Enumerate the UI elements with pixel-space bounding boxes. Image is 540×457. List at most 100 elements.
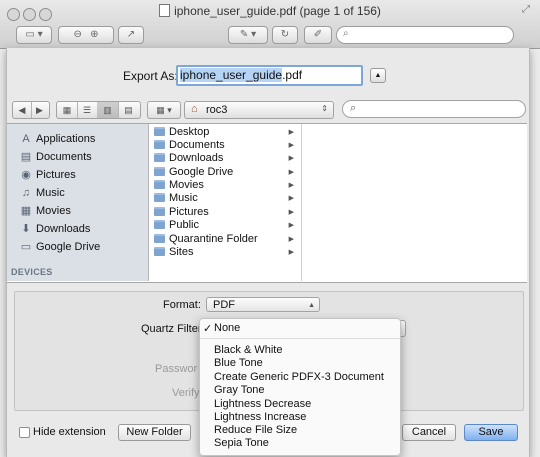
edit-icon: ✐ — [313, 29, 323, 40]
sidebar-item-documents[interactable]: ▤ Documents — [19, 149, 92, 165]
share-icon: ↗ — [126, 29, 136, 40]
folder-row[interactable]: Pictures ▶ — [154, 206, 296, 219]
location-folder-name: roc3 — [206, 104, 228, 116]
menu-item-lightness-decrease[interactable]: Lightness Decrease — [214, 398, 311, 411]
share-button[interactable]: ↗ — [118, 26, 144, 44]
browser-search-field[interactable]: ⌕ — [342, 100, 526, 118]
quartz-filter-menu: ✓ None Black & White Blue Tone Create Ge… — [199, 318, 401, 456]
format-popup[interactable]: PDF ▲ — [206, 297, 320, 312]
column-view-icon: ▥ — [103, 105, 112, 115]
menu-item-sepia-tone[interactable]: Sepia Tone — [214, 437, 269, 450]
folder-icon — [154, 140, 165, 149]
folder-row[interactable]: Documents ▶ — [154, 139, 296, 152]
sidebar-item-pictures[interactable]: ◉ Pictures — [19, 167, 76, 183]
folder-row[interactable]: Downloads ▶ — [154, 152, 296, 165]
folder-row[interactable]: Google Drive ▶ — [154, 166, 296, 179]
chevron-updown-icon: ▲ — [308, 302, 315, 309]
folder-name: Sites — [169, 246, 194, 258]
chevron-right-icon: ▶ — [288, 129, 294, 136]
cancel-button[interactable]: Cancel — [402, 424, 456, 441]
folder-name: Quarantine Folder — [169, 233, 258, 245]
folder-row[interactable]: Quarantine Folder ▶ — [154, 233, 296, 246]
sidebar-item-music[interactable]: ♫ Music — [19, 185, 65, 201]
chevron-right-icon: ▶ — [288, 249, 294, 256]
checkmark-icon: ✓ — [203, 323, 213, 335]
sidebar-item-label: Pictures — [36, 169, 76, 181]
forward-button[interactable]: ▶ — [31, 102, 48, 118]
sidebar-item-applications[interactable]: A Applications — [19, 131, 95, 147]
folder-icon — [154, 153, 165, 162]
window-title: iphone_user_guide.pdf (page 1 of 156) — [174, 4, 381, 18]
folder-row[interactable]: Sites ▶ — [154, 246, 296, 259]
export-filename-field[interactable]: iphone_user_guide.pdf — [176, 65, 363, 86]
rotate-button[interactable]: ↻ — [272, 26, 298, 44]
menu-item-reduce-file-size[interactable]: Reduce File Size — [214, 424, 297, 437]
home-folder-icon: ⌂ — [191, 103, 198, 115]
coverflow-view-button[interactable]: ▤ — [118, 102, 139, 118]
folder-name: Public — [169, 219, 199, 231]
pen-icon: ✎ ▾ — [239, 29, 257, 40]
filename-selected-text: iphone_user_guide — [180, 68, 283, 82]
search-icon: ⌕ — [343, 28, 349, 39]
back-button[interactable]: ◀ — [13, 102, 32, 118]
applications-icon: A — [22, 133, 30, 145]
list-view-button[interactable]: ☰ — [77, 102, 98, 118]
sidebar-toggle-icon: ▭ ▾ — [25, 29, 43, 40]
list-view-icon: ☰ — [82, 105, 92, 115]
folder-icon: ▭ — [20, 241, 32, 253]
menu-item-none[interactable]: None — [214, 322, 240, 335]
format-value: PDF — [213, 299, 235, 311]
download-icon: ⬇ — [21, 223, 31, 235]
zoom-out-icon[interactable]: ⊖ — [73, 29, 81, 40]
folder-icon — [154, 193, 165, 202]
folder-row[interactable]: Music ▶ — [154, 192, 296, 205]
folder-row[interactable]: Desktop ▶ — [154, 126, 296, 139]
arrange-button[interactable]: ▦ ▾ — [147, 101, 181, 119]
new-folder-button[interactable]: New Folder — [118, 424, 191, 441]
hide-extension-checkbox[interactable] — [19, 427, 30, 438]
menu-separator — [200, 338, 400, 339]
expand-sheet-button[interactable]: ▲ — [370, 68, 386, 83]
folder-name: Pictures — [169, 206, 209, 218]
menu-item-black-white[interactable]: Black & White — [214, 344, 282, 357]
sidebar-item-label: Downloads — [36, 223, 91, 235]
toolbar-search-field[interactable]: ⌕ — [336, 26, 514, 44]
rotate-icon: ↻ — [280, 29, 290, 40]
folder-row[interactable]: Movies ▶ — [154, 179, 296, 192]
sidebar-toggle-button[interactable]: ▭ ▾ — [16, 26, 52, 44]
sidebar-item-google-drive[interactable]: ▭ Google Drive — [19, 239, 100, 255]
pdf-document-icon — [159, 4, 171, 17]
chevron-right-icon: ▶ — [288, 142, 294, 149]
chevron-left-icon: ◀ — [18, 105, 26, 115]
location-popup[interactable]: ⌂ roc3 ⇕ — [184, 101, 334, 119]
icon-view-button[interactable]: ▦ — [57, 102, 78, 118]
zoom-controls[interactable]: ⊖ ⊕ — [58, 26, 114, 44]
menu-item-lightness-increase[interactable]: Lightness Increase — [214, 411, 306, 424]
folder-icon — [154, 167, 165, 176]
sidebar-item-label: Documents — [36, 151, 92, 163]
export-as-label: Export As: — [123, 69, 178, 83]
folder-name: Music — [169, 192, 198, 204]
menu-item-gray-tone[interactable]: Gray Tone — [214, 384, 265, 397]
save-button[interactable]: Save — [464, 424, 518, 441]
sidebar-item-movies[interactable]: ▦ Movies — [19, 203, 71, 219]
zoom-in-icon[interactable]: ⊕ — [90, 29, 98, 40]
fullscreen-icon[interactable]: ⤢ — [522, 4, 530, 15]
edit-toolbar-button[interactable]: ✐ — [304, 26, 332, 44]
sidebar-item-label: Movies — [36, 205, 71, 217]
camera-icon: ◉ — [21, 169, 31, 181]
sidebar-section-devices: DEVICES — [11, 267, 53, 277]
window-title-area: iphone_user_guide.pdf (page 1 of 156) — [0, 4, 540, 18]
folder-name: Desktop — [169, 126, 210, 138]
annotate-button[interactable]: ✎ ▾ — [228, 26, 268, 44]
sidebar-item-label: Google Drive — [36, 241, 101, 253]
column-view-button[interactable]: ▥ — [97, 102, 119, 118]
folder-row[interactable]: Public ▶ — [154, 219, 296, 232]
documents-icon: ▤ — [20, 151, 32, 163]
folder-name: Google Drive — [169, 166, 234, 178]
chevron-right-icon: ▶ — [288, 169, 294, 176]
sidebar-item-downloads[interactable]: ⬇ Downloads — [19, 221, 90, 237]
menu-item-blue-tone[interactable]: Blue Tone — [214, 357, 263, 370]
menu-item-pdfx3[interactable]: Create Generic PDFX-3 Document — [214, 371, 384, 384]
folder-icon — [154, 180, 165, 189]
